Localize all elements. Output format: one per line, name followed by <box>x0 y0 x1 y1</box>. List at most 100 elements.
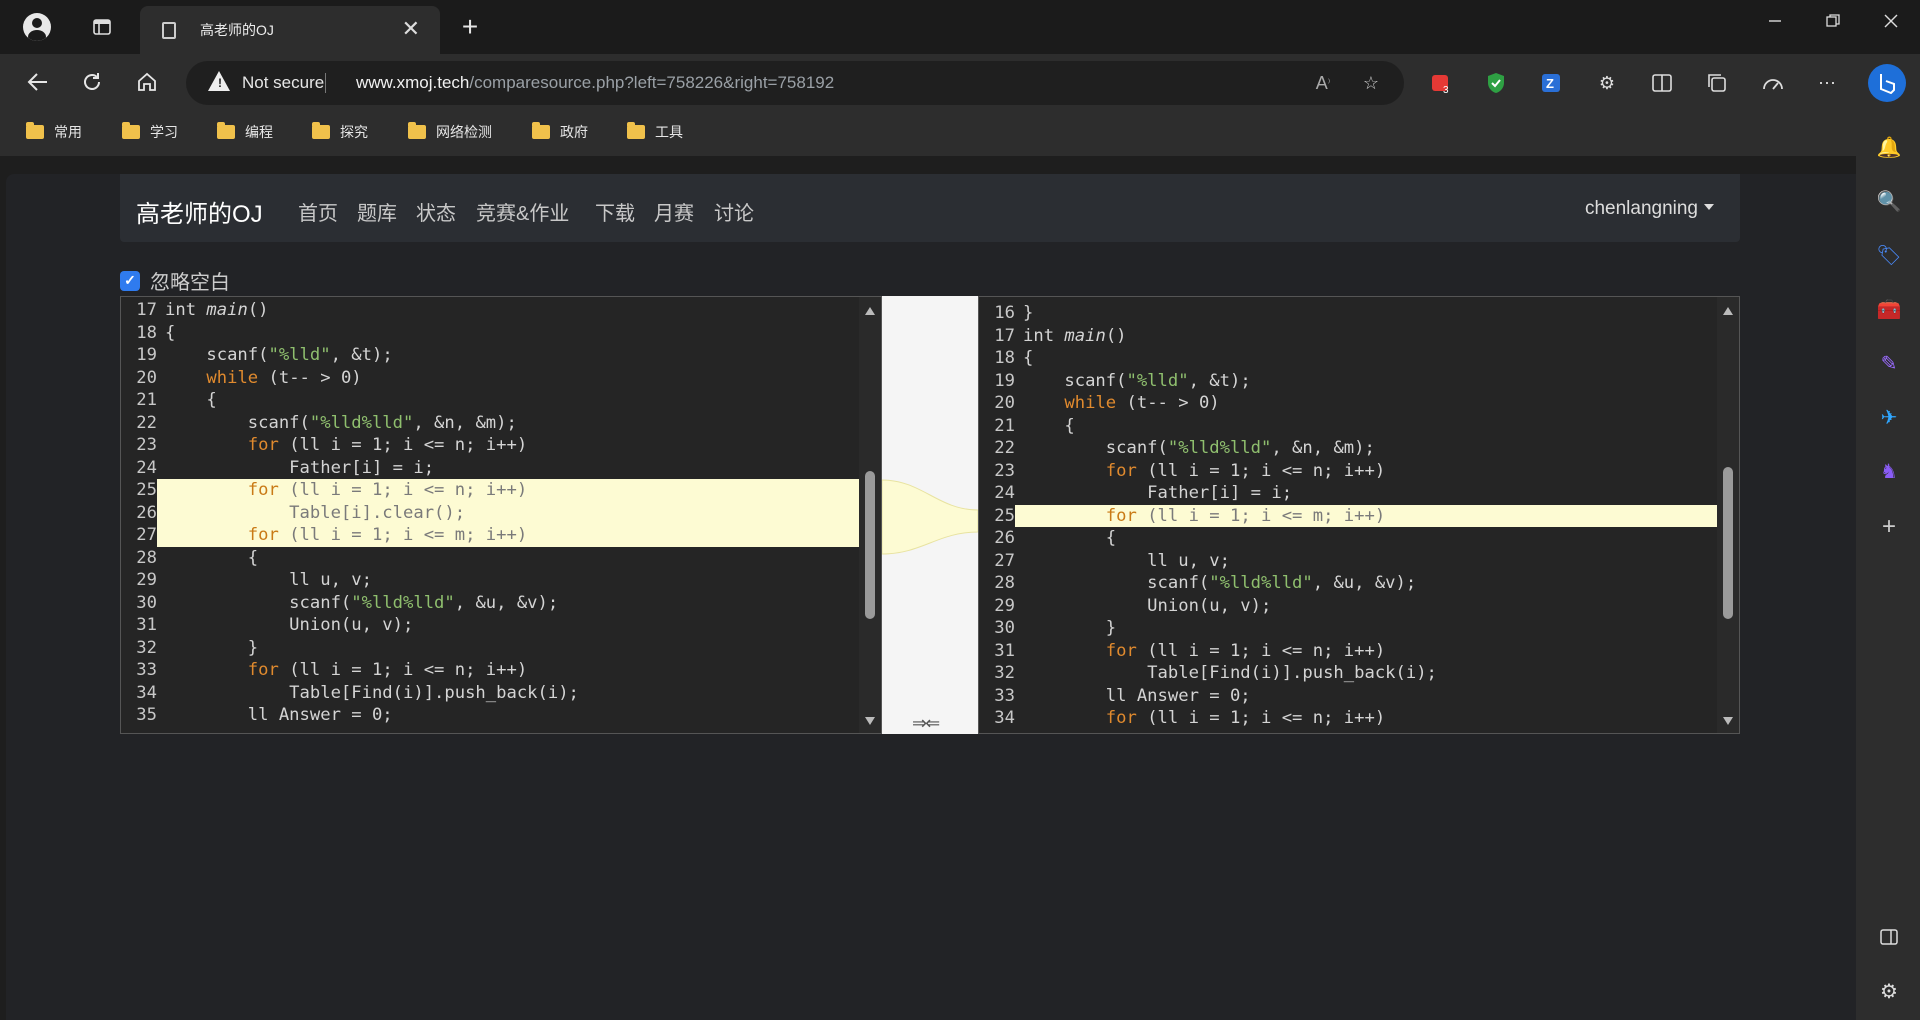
bookmark-folder[interactable]: 探究 <box>312 122 368 142</box>
games-icon[interactable]: ♞ <box>1876 458 1902 484</box>
code-line: 30 } <box>979 617 1719 640</box>
zotero-icon[interactable]: Z <box>1536 68 1566 98</box>
left-scrollbar[interactable] <box>859 297 881 733</box>
split-screen-icon[interactable] <box>1647 68 1677 98</box>
line-code: Table[Find(i)].push_back(i); <box>1023 663 1437 683</box>
line-code: Union(u, v); <box>1023 595 1272 616</box>
bookmark-folder[interactable]: 学习 <box>122 122 178 142</box>
line-code: while (t-- > 0) <box>206 367 362 388</box>
line-number: 23 <box>136 435 157 455</box>
more-menu-icon[interactable]: ⋯ <box>1812 68 1842 98</box>
line-number: 25 <box>121 479 157 502</box>
bookmark-label: 常用 <box>54 124 82 140</box>
new-tab-button[interactable]: + <box>450 10 490 44</box>
code-line: 34 for (ll i = 1; i <= n; i++) <box>979 707 1719 730</box>
read-aloud-icon[interactable]: A ⁾ <box>1308 68 1338 98</box>
profile-icon[interactable] <box>20 12 54 42</box>
tab-actions-icon[interactable] <box>86 12 118 42</box>
tab-title: 高老师的OJ <box>200 22 274 38</box>
back-icon[interactable] <box>22 66 54 98</box>
nav-link-contests[interactable]: 竞赛&作业 <box>476 197 569 226</box>
send-icon[interactable]: ✈ <box>1876 404 1902 430</box>
code-line: 19 scanf("%lld", &t); <box>121 344 861 367</box>
nav-link-download[interactable]: 下载 <box>595 197 635 226</box>
code-line: 30 scanf("%lld%lld", &u, &v); <box>121 592 861 615</box>
ignore-whitespace-checkbox[interactable]: ✓ <box>120 270 140 291</box>
scroll-up-icon[interactable] <box>865 307 875 315</box>
user-dropdown[interactable]: chenlangning <box>1585 198 1714 220</box>
line-number: 21 <box>994 415 1015 436</box>
bookmark-folder[interactable]: 工具 <box>627 122 683 142</box>
code-line: 34 Table[Find(i)].push_back(i); <box>121 682 861 705</box>
nav-link-home[interactable]: 首页 <box>298 197 338 226</box>
home-icon[interactable] <box>131 66 163 98</box>
nav-link-discuss[interactable]: 讨论 <box>714 197 754 226</box>
bell-icon[interactable]: 🔔 <box>1876 134 1902 160</box>
shield-icon[interactable] <box>1481 68 1511 98</box>
add-sidebar-icon[interactable]: + <box>1876 513 1902 540</box>
code-line: 24 Father[i] = i; <box>979 482 1719 505</box>
scroll-thumb[interactable] <box>865 471 875 619</box>
favorite-star-icon[interactable]: ☆ <box>1356 68 1386 98</box>
folder-icon <box>627 122 645 139</box>
left-code-pane[interactable]: 17 int main() 18{19 scanf("%lld", &t); 20 w… <box>120 296 882 734</box>
close-window-icon[interactable] <box>1884 12 1898 33</box>
nav-link-status[interactable]: 状态 <box>416 197 456 226</box>
nav-link-monthly[interactable]: 月赛 <box>654 197 694 226</box>
extension-red-icon[interactable]: 3 <box>1426 68 1456 98</box>
close-tab-icon[interactable]: ✕ <box>402 16 420 42</box>
tag-icon[interactable]: 🏷 <box>1876 242 1902 268</box>
line-code: ll Answer = 0; <box>1023 685 1251 706</box>
url-text[interactable]: www.xmoj.tech/comparesource.php?left=758… <box>356 73 834 93</box>
line-number: 17 <box>994 325 1015 346</box>
line-code: scanf("%lld%lld", &u, &v); <box>165 592 559 613</box>
address-bar[interactable]: ! Not secure www.xmoj.tech/comparesource… <box>186 61 1404 105</box>
line-code: { <box>1023 348 1034 368</box>
bookmark-folder[interactable]: 常用 <box>26 122 82 142</box>
toolbox-icon[interactable]: 🧰 <box>1876 296 1902 322</box>
diff-gutter: ⇒⇐ <box>882 296 978 734</box>
folder-icon <box>26 122 44 139</box>
designer-icon[interactable]: ✎ <box>1876 350 1902 376</box>
line-code: Union(u, v); <box>165 615 414 635</box>
restore-icon[interactable] <box>1826 12 1840 33</box>
collections-icon[interactable] <box>1702 68 1732 98</box>
line-code: ll Answer = 0; <box>165 705 393 725</box>
line-number: 33 <box>994 685 1015 706</box>
code-line: 18 { <box>121 322 861 345</box>
right-code-pane[interactable]: 16} 17 int main() 18{19 scanf("%lld", &t); 2… <box>978 296 1740 734</box>
line-code: { <box>165 547 259 568</box>
merge-arrows-icon[interactable]: ⇒⇐ <box>912 713 940 734</box>
security-label[interactable]: Not secure <box>242 73 324 93</box>
site-brand[interactable]: 高老师的OJ <box>136 194 263 229</box>
right-code-lines: 16} 17 int main() 18{19 scanf("%lld", &t); 2… <box>979 302 1719 730</box>
active-tab[interactable]: 高老师的OJ ✕ <box>140 6 440 54</box>
line-code: } <box>1023 618 1117 638</box>
extensions-puzzle-icon[interactable]: ⚙ <box>1592 68 1622 98</box>
code-line: 29 Union(u, v); <box>979 595 1719 618</box>
refresh-icon[interactable] <box>76 66 108 98</box>
bookmark-folder[interactable]: 政府 <box>532 122 588 142</box>
code-line: 23 for (ll i = 1; i <= n; i++) <box>121 434 861 457</box>
line-code: { <box>1023 415 1075 436</box>
right-scrollbar[interactable] <box>1717 297 1739 733</box>
code-line: 21 { <box>979 415 1719 438</box>
left-code-lines: 17 int main() 18{19 scanf("%lld", &t); 20 w… <box>121 299 861 727</box>
nav-link-problems[interactable]: 题库 <box>357 197 397 226</box>
sidebar-toggle-icon[interactable] <box>1876 924 1902 950</box>
ignore-whitespace-option[interactable]: ✓ 忽略空白 <box>120 266 230 295</box>
minimize-icon[interactable] <box>1768 12 1782 33</box>
search-icon[interactable]: 🔍 <box>1876 188 1902 214</box>
line-code: Table[Find(i)].push_back(i); <box>165 682 579 703</box>
scroll-thumb[interactable] <box>1723 467 1733 619</box>
bookmark-folder[interactable]: 编程 <box>217 122 273 142</box>
code-line: 16} <box>979 302 1719 325</box>
performance-icon[interactable] <box>1758 68 1788 98</box>
folder-icon <box>532 122 550 139</box>
copilot-icon[interactable] <box>1868 64 1906 102</box>
scroll-up-icon[interactable] <box>1723 307 1733 315</box>
bookmark-folder[interactable]: 网络检测 <box>408 122 492 142</box>
scroll-down-icon[interactable] <box>865 717 875 725</box>
scroll-down-icon[interactable] <box>1723 717 1733 725</box>
settings-gear-icon[interactable]: ⚙ <box>1876 978 1902 1004</box>
